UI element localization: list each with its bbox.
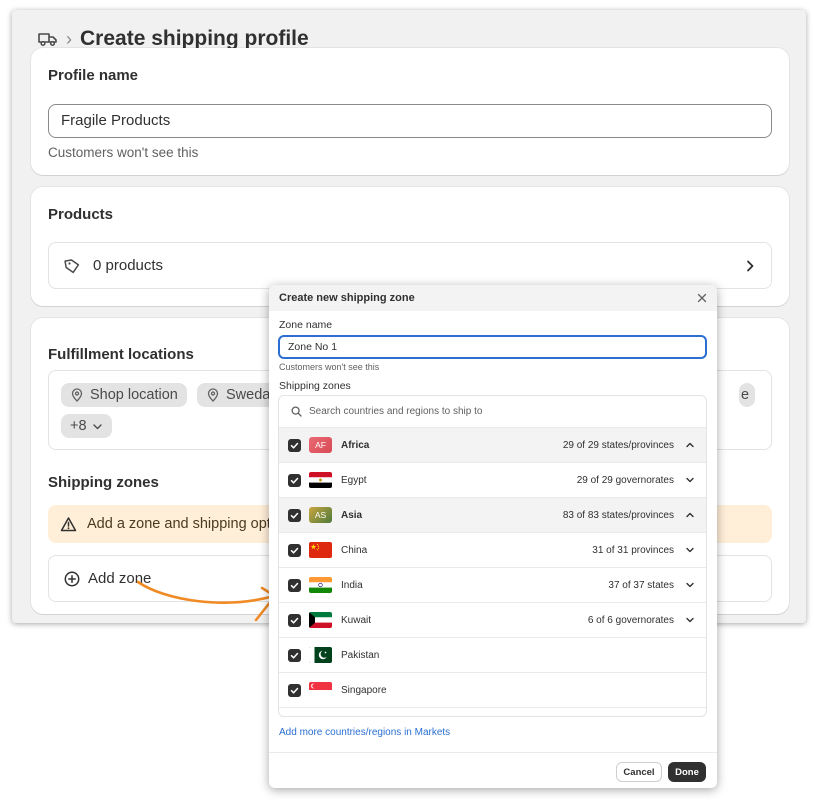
zone-count: 37 of 37 states	[608, 579, 674, 591]
zone-count: 6 of 6 governorates	[587, 614, 674, 626]
zone-row-pakistan[interactable]: Pakistan	[279, 638, 706, 673]
chevron-right-icon	[747, 260, 754, 271]
products-row[interactable]: 0 products	[48, 242, 772, 289]
region-badge: AF	[309, 437, 332, 453]
region-badge: AS	[309, 507, 332, 523]
checkmark-icon	[290, 617, 299, 624]
zone-row-china[interactable]: China 31 of 31 provinces	[279, 533, 706, 568]
chevron-down-icon	[92, 423, 102, 429]
search-icon	[291, 406, 302, 417]
zone-name: India	[341, 579, 363, 591]
modal-header: Create new shipping zone	[269, 285, 717, 311]
zone-count: 29 of 29 governorates	[576, 474, 674, 486]
checkmark-icon	[290, 547, 299, 554]
warning-icon	[60, 516, 77, 531]
zone-count: 31 of 31 provinces	[592, 544, 674, 556]
more-locations-chip[interactable]: +8	[61, 414, 112, 438]
checkbox-checked[interactable]	[288, 648, 301, 662]
zone-row-asia[interactable]: AS Asia 83 of 83 states/provinces	[279, 498, 706, 533]
annotation-arrow-icon	[136, 580, 277, 622]
profile-name-card: Profile name Fragile Products Customers …	[31, 48, 789, 175]
truck-icon[interactable]	[38, 31, 58, 47]
zone-name: Egypt	[341, 474, 367, 486]
fulfillment-heading: Fulfillment locations	[48, 346, 194, 363]
checkmark-icon	[290, 652, 299, 659]
zone-name-label: Zone name	[279, 319, 333, 331]
egypt-flag-icon	[309, 472, 332, 488]
tag-icon	[64, 258, 80, 273]
create-zone-modal: Create new shipping zone Zone name Zone …	[269, 285, 717, 788]
checkbox-checked[interactable]	[288, 508, 301, 522]
location-chip[interactable]: e	[739, 383, 756, 407]
zone-row-partial	[279, 708, 706, 717]
markets-link[interactable]: Add more countries/regions in Markets	[279, 727, 450, 738]
more-locations-label: +8	[70, 418, 87, 434]
kuwait-flag-icon	[309, 612, 332, 628]
products-count: 0 products	[93, 257, 164, 274]
checkbox-checked[interactable]	[288, 473, 301, 487]
chevron-up-icon[interactable]	[685, 440, 695, 450]
modal-title: Create new shipping zone	[279, 292, 415, 304]
zone-count: 29 of 29 states/provinces	[562, 439, 674, 451]
zone-row-africa[interactable]: AF Africa 29 of 29 states/provinces	[279, 428, 706, 463]
zone-name-input[interactable]: Zone No 1	[278, 335, 707, 359]
zone-search-input[interactable]	[309, 406, 669, 417]
done-button[interactable]: Done	[668, 762, 706, 782]
products-heading: Products	[48, 206, 114, 223]
zone-name: Asia	[341, 509, 363, 521]
zone-name: China	[341, 544, 368, 556]
location-pin-icon	[207, 388, 219, 402]
modal-footer: Cancel Done	[269, 752, 717, 788]
cancel-button[interactable]: Cancel	[616, 762, 662, 782]
checkmark-icon	[290, 582, 299, 589]
zone-name-value: Zone No 1	[288, 341, 338, 353]
zone-row-india[interactable]: India 37 of 37 states	[279, 568, 706, 603]
location-chip-label: Shop location	[90, 387, 178, 403]
chevron-down-icon[interactable]	[685, 475, 695, 485]
location-chip[interactable]: Shop location	[61, 383, 187, 407]
zone-search-bar	[279, 396, 706, 428]
profile-name-input[interactable]: Fragile Products	[48, 104, 772, 138]
breadcrumb-separator: ›	[66, 28, 72, 49]
location-pin-icon	[71, 388, 83, 402]
zone-name-help: Customers won't see this	[279, 362, 380, 372]
location-chip-label: e	[741, 387, 750, 403]
zones-list: AF Africa 29 of 29 states/provinces Egyp…	[278, 395, 707, 717]
warning-text: Add a zone and shipping opt	[87, 516, 271, 532]
profile-name-help: Customers won't see this	[48, 145, 199, 160]
plus-circle-icon	[64, 571, 80, 586]
india-flag-icon	[309, 577, 332, 593]
chevron-down-icon[interactable]	[685, 615, 695, 625]
close-icon[interactable]	[697, 293, 707, 303]
zone-row-egypt[interactable]: Egypt 29 of 29 governorates	[279, 463, 706, 498]
zone-name: Africa	[341, 439, 370, 451]
checkbox-checked[interactable]	[288, 578, 301, 592]
checkmark-icon	[290, 442, 299, 449]
checkmark-icon	[290, 687, 299, 694]
pakistan-flag-icon	[309, 647, 332, 663]
location-chip-label: Sweda	[226, 387, 271, 403]
checkbox-checked[interactable]	[288, 543, 301, 557]
zone-count: 83 of 83 states/provinces	[562, 509, 674, 521]
zone-name: Kuwait	[341, 614, 372, 626]
zone-row-kuwait[interactable]: Kuwait 6 of 6 governorates	[279, 603, 706, 638]
chevron-down-icon[interactable]	[685, 545, 695, 555]
chevron-up-icon[interactable]	[685, 510, 695, 520]
shipping-zones-heading: Shipping zones	[48, 474, 159, 491]
checkbox-checked[interactable]	[288, 438, 301, 452]
checkbox-checked[interactable]	[288, 683, 301, 697]
singapore-flag-icon	[309, 682, 332, 698]
china-flag-icon	[309, 542, 332, 558]
checkbox-checked[interactable]	[288, 613, 301, 627]
location-chip[interactable]: Sweda	[197, 383, 280, 407]
zone-name: Singapore	[341, 684, 387, 696]
shipping-zones-label: Shipping zones	[279, 380, 351, 392]
profile-name-heading: Profile name	[48, 67, 139, 84]
checkmark-icon	[290, 512, 299, 519]
zone-name: Pakistan	[341, 649, 380, 661]
uae-flag-icon	[309, 716, 332, 717]
zone-row-singapore[interactable]: Singapore	[279, 673, 706, 708]
checkmark-icon	[290, 477, 299, 484]
chevron-down-icon[interactable]	[685, 580, 695, 590]
